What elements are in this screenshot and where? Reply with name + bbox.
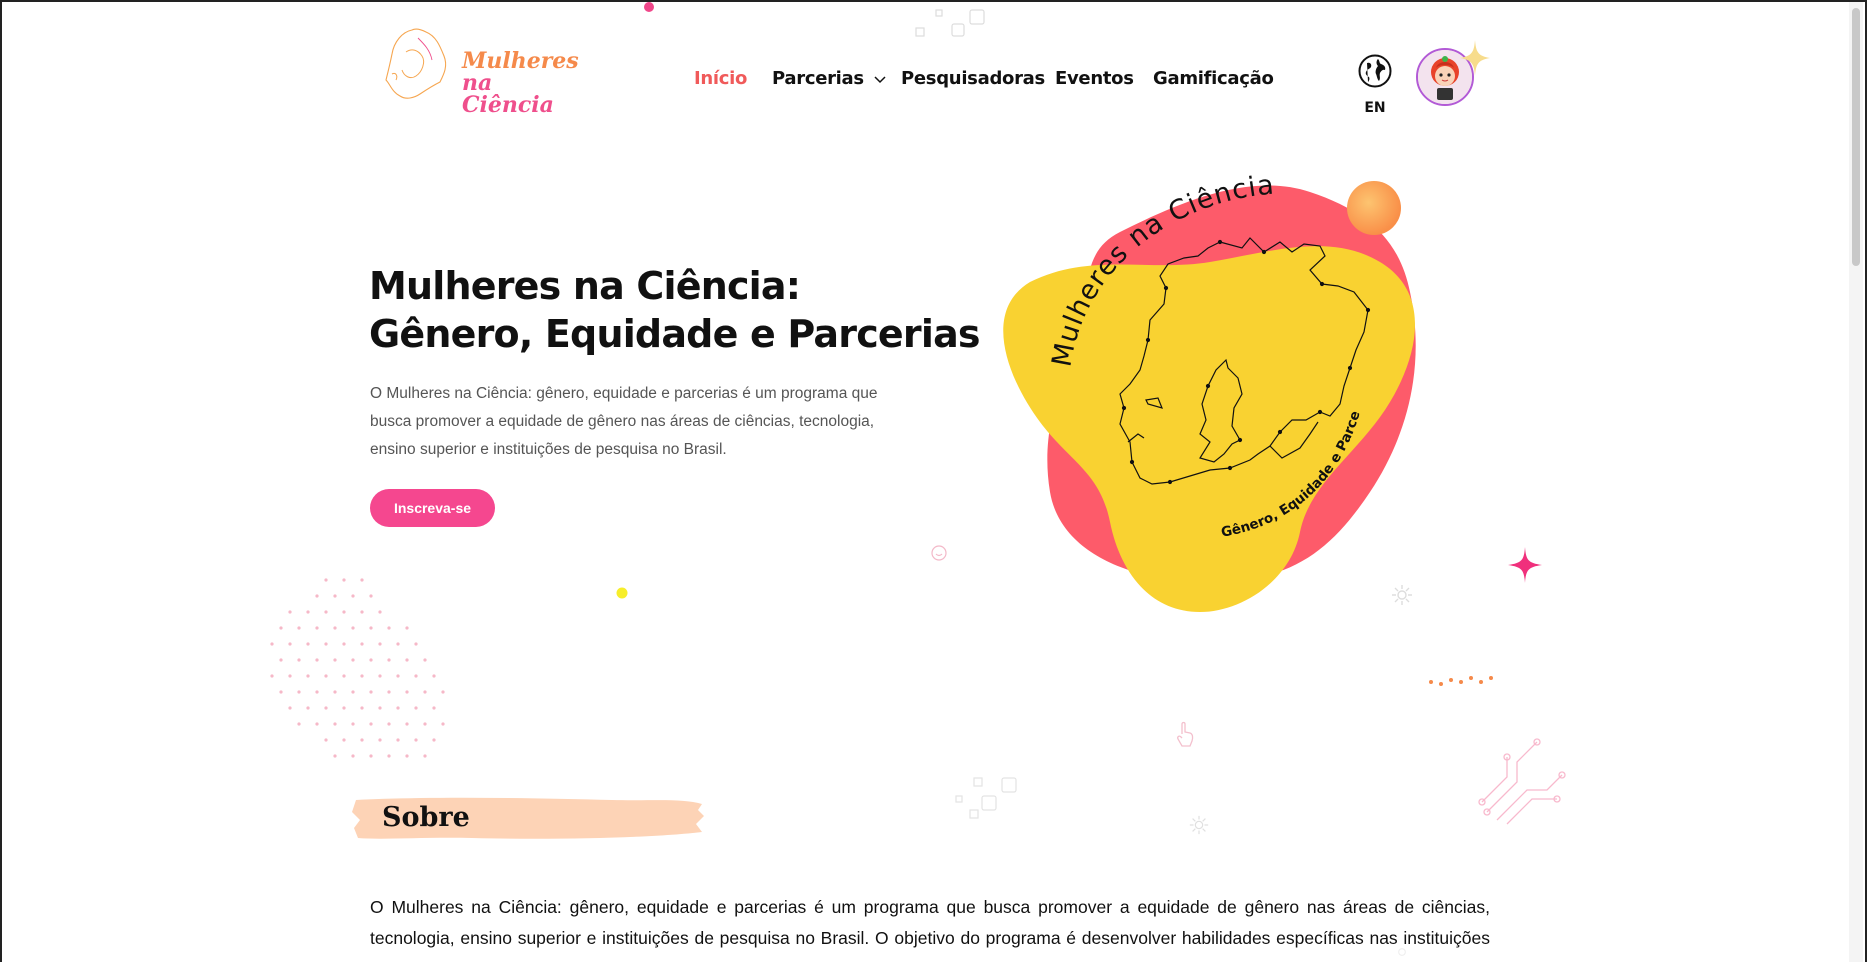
hero-illustration: Mulheres na Ciência Gênero, Equidade e P… bbox=[970, 172, 1416, 613]
scrollbar-thumb[interactable] bbox=[1852, 8, 1860, 266]
language-label: EN bbox=[1364, 100, 1386, 116]
nav-item-parcerias-label: Parcerias bbox=[772, 68, 864, 89]
pink-star-icon bbox=[1508, 547, 1542, 583]
about-text: O Mulheres na Ciência: gênero, equidade … bbox=[370, 897, 1490, 962]
about-title: Sobre bbox=[382, 802, 470, 833]
smile-outline-icon bbox=[931, 545, 947, 561]
subscribe-button[interactable]: Inscreva-se bbox=[370, 489, 495, 527]
circuit-decoration bbox=[1478, 738, 1566, 825]
sun-small-icon bbox=[1189, 815, 1209, 835]
chevron-down-icon bbox=[874, 76, 886, 84]
site-logo[interactable]: Mulheres na Ciência bbox=[382, 22, 579, 116]
orange-dots-decoration bbox=[1429, 676, 1493, 686]
squares-decoration bbox=[955, 777, 1017, 819]
hero-orange-ball bbox=[1347, 181, 1401, 235]
hero-title-line1: Mulheres na Ciência: bbox=[369, 264, 801, 308]
page-frame: Mulheres na Ciência Início Parcerias Pes… bbox=[0, 0, 1867, 962]
nav-item-inicio[interactable]: Início bbox=[694, 68, 747, 89]
logo-face-outline-icon bbox=[385, 28, 447, 99]
nav-item-gamificacao[interactable]: Gamificação bbox=[1153, 68, 1274, 89]
hand-pointer-icon bbox=[1177, 721, 1194, 747]
bottom-faint-icon bbox=[1398, 948, 1406, 956]
sparkle-star-icon bbox=[1460, 40, 1490, 76]
decoration-top-sparkle bbox=[644, 2, 654, 12]
sun-outline-icon bbox=[1392, 585, 1412, 605]
nav-item-parcerias[interactable]: Parcerias bbox=[772, 68, 887, 89]
hero-title: Mulheres na Ciência: Gênero, Equidade e … bbox=[369, 262, 981, 358]
decoration-top-squares bbox=[915, 9, 985, 37]
hero-title-line2: Gênero, Equidade e Parcerias bbox=[369, 312, 981, 356]
logo-text-line2: na Ciência bbox=[462, 70, 554, 118]
nav-item-pesquisadoras[interactable]: Pesquisadoras bbox=[901, 68, 1045, 89]
yellow-dot-decoration bbox=[616, 587, 628, 599]
hero-description: O Mulheres na Ciência: gênero, equidade … bbox=[370, 385, 878, 458]
nav-item-eventos[interactable]: Eventos bbox=[1055, 68, 1134, 89]
dot-pattern-decoration bbox=[270, 578, 445, 758]
language-switcher[interactable]: EN bbox=[1357, 54, 1393, 116]
page-scrollbar[interactable] bbox=[1849, 2, 1863, 962]
globe-icon bbox=[1358, 54, 1392, 88]
